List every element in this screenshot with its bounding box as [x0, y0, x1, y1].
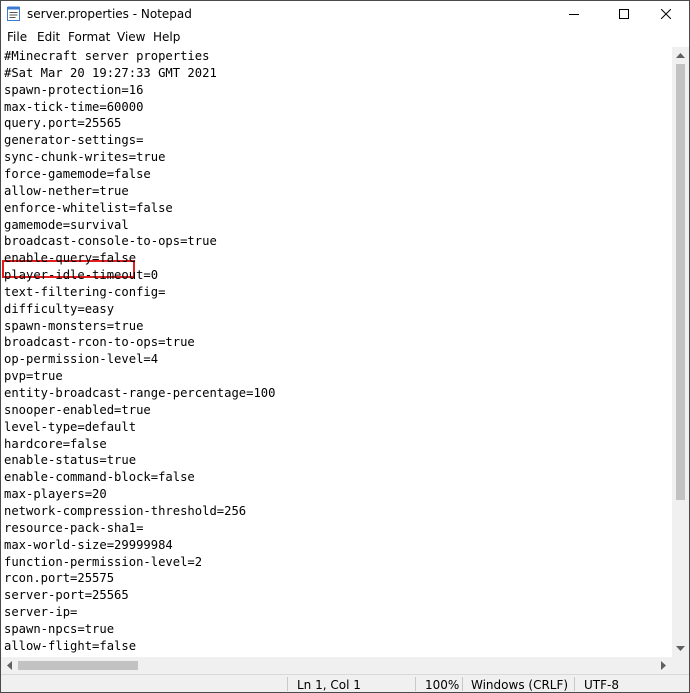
zoom-level: 100% [425, 678, 460, 692]
maximize-icon [619, 9, 629, 19]
menu-bar: File Edit Format View Help [1, 28, 689, 47]
text-line[interactable]: #Minecraft server properties [4, 48, 209, 65]
status-separator [287, 677, 288, 691]
vertical-scrollbar[interactable] [672, 47, 689, 657]
menu-file[interactable]: File [7, 30, 27, 44]
text-line[interactable]: #Sat Mar 20 19:27:33 GMT 2021 [4, 65, 217, 82]
text-line[interactable]: server-port=25565 [4, 587, 129, 604]
scroll-right-arrow-icon[interactable] [661, 661, 667, 670]
text-line[interactable]: rcon.port=25575 [4, 570, 114, 587]
text-line[interactable]: max-world-size=29999984 [4, 537, 173, 554]
text-line[interactable]: allow-flight=false [4, 638, 136, 655]
notepad-icon [7, 6, 20, 21]
text-line[interactable]: hardcore=false [4, 436, 107, 453]
scroll-up-arrow-icon[interactable] [676, 52, 685, 58]
text-line[interactable]: server-ip= [4, 604, 77, 621]
status-separator [415, 677, 416, 691]
text-editor[interactable]: #Minecraft server properties #Sat Mar 20 … [1, 47, 672, 657]
menu-help[interactable]: Help [153, 30, 180, 44]
status-bar: Ln 1, Col 1 100% Windows (CRLF) UTF-8 [1, 674, 689, 692]
text-line[interactable]: text-filtering-config= [4, 284, 165, 301]
text-line[interactable]: generator-settings= [4, 132, 143, 149]
title-bar[interactable]: server.properties - Notepad [1, 1, 689, 27]
maximize-button[interactable] [601, 1, 647, 27]
text-line[interactable]: enable-status=true [4, 452, 136, 469]
text-line[interactable]: enable-command-block=false [4, 469, 195, 486]
vertical-scroll-thumb[interactable] [676, 64, 685, 500]
horizontal-scrollbar[interactable] [1, 657, 672, 674]
menu-view[interactable]: View [117, 30, 145, 44]
menu-format[interactable]: Format [68, 30, 110, 44]
text-line[interactable]: difficulty=easy [4, 301, 114, 318]
text-line[interactable]: spawn-protection=16 [4, 82, 143, 99]
text-line[interactable]: entity-broadcast-range-percentage=100 [4, 385, 276, 402]
text-line[interactable]: resource-pack-sha1= [4, 520, 143, 537]
text-line[interactable]: query.port=25565 [4, 115, 121, 132]
text-line[interactable]: broadcast-console-to-ops=true [4, 233, 217, 250]
minimize-icon [569, 14, 579, 15]
close-icon [661, 9, 671, 19]
status-separator [462, 677, 463, 691]
minimize-button[interactable] [551, 1, 597, 27]
text-line[interactable]: player-idle-timeout=0 [4, 267, 158, 284]
text-line[interactable]: pvp=true [4, 368, 63, 385]
text-line[interactable]: network-compression-threshold=256 [4, 503, 246, 520]
cursor-position: Ln 1, Col 1 [297, 678, 361, 692]
line-ending: Windows (CRLF) [471, 678, 569, 692]
scroll-left-arrow-icon[interactable] [6, 661, 12, 670]
text-line[interactable]: spawn-npcs=true [4, 621, 114, 638]
text-line[interactable]: op-permission-level=4 [4, 351, 158, 368]
text-line[interactable]: allow-nether=true [4, 183, 129, 200]
text-line[interactable]: snooper-enabled=true [4, 402, 151, 419]
text-line[interactable]: broadcast-rcon-to-ops=true [4, 334, 195, 351]
notepad-window: server.properties - Notepad File Edit Fo… [0, 0, 690, 693]
text-line[interactable]: enable-query=false [4, 250, 136, 267]
text-line[interactable]: force-gamemode=false [4, 166, 151, 183]
text-line[interactable]: function-permission-level=2 [4, 554, 202, 571]
menu-edit[interactable]: Edit [37, 30, 60, 44]
text-line[interactable]: enforce-whitelist=false [4, 200, 173, 217]
text-line[interactable]: max-tick-time=60000 [4, 99, 143, 116]
status-separator [574, 677, 575, 691]
text-line[interactable]: level-type=default [4, 419, 136, 436]
text-line[interactable]: gamemode=survival [4, 217, 129, 234]
text-line[interactable]: max-players=20 [4, 486, 107, 503]
text-line[interactable]: spawn-monsters=true [4, 318, 143, 335]
encoding: UTF-8 [584, 678, 619, 692]
text-line[interactable]: sync-chunk-writes=true [4, 149, 165, 166]
scroll-down-arrow-icon[interactable] [676, 646, 685, 652]
horizontal-scroll-thumb[interactable] [18, 661, 138, 670]
window-title: server.properties - Notepad [27, 7, 192, 21]
scrollbar-corner [672, 657, 689, 674]
close-button[interactable] [643, 1, 689, 27]
